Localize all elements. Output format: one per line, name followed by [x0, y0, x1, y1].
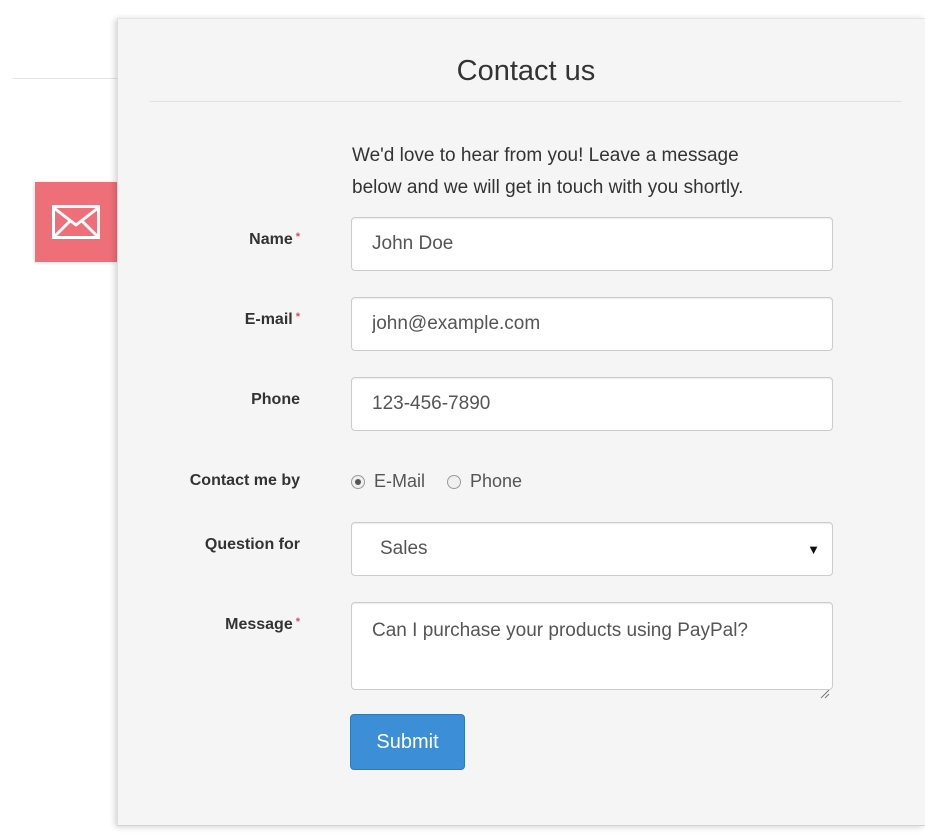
question-for-selected: Sales	[380, 538, 428, 559]
contact-panel: Contact us We'd love to hear from you! L…	[117, 18, 925, 826]
contact-method-radio-group: E-Mail Phone	[351, 471, 544, 492]
radio-email-label[interactable]: E-Mail	[374, 471, 425, 492]
name-input[interactable]	[351, 217, 833, 271]
page: Contact us We'd love to hear from you! L…	[0, 0, 925, 837]
radio-phone-label[interactable]: Phone	[470, 471, 522, 492]
phone-input[interactable]	[351, 377, 833, 431]
resize-grip-icon[interactable]	[820, 689, 830, 699]
radio-email[interactable]	[351, 474, 365, 489]
email-input[interactable]	[351, 297, 833, 351]
intro-line-1: We'd love to hear from you! Leave a mess…	[352, 145, 739, 166]
contact-tab-button[interactable]	[35, 182, 117, 262]
radio-phone[interactable]	[447, 474, 462, 489]
name-label: Name *	[249, 231, 300, 248]
title-divider	[150, 101, 902, 102]
email-label: E-mail *	[244, 311, 300, 328]
message-label: Message *	[225, 616, 300, 633]
background-divider	[13, 78, 123, 79]
phone-label: Phone	[251, 391, 300, 408]
envelope-icon	[52, 205, 100, 239]
required-marker: *	[295, 231, 300, 243]
contact-method-label: Contact me by	[189, 472, 300, 489]
question-for-select[interactable]: Sales ▼	[351, 522, 833, 576]
intro-text: We'd love to hear from you! Leave a mess…	[352, 140, 852, 204]
intro-line-2: below and we will get in touch with you …	[352, 177, 744, 198]
question-for-label: Question for	[204, 536, 300, 553]
caret-down-icon: ▼	[807, 541, 820, 557]
submit-button[interactable]: Submit	[350, 714, 465, 770]
message-textarea[interactable]: Can I purchase your products using PayPa…	[351, 602, 833, 690]
panel-title: Contact us	[456, 55, 596, 87]
required-marker: *	[295, 616, 300, 628]
required-marker: *	[295, 311, 300, 323]
